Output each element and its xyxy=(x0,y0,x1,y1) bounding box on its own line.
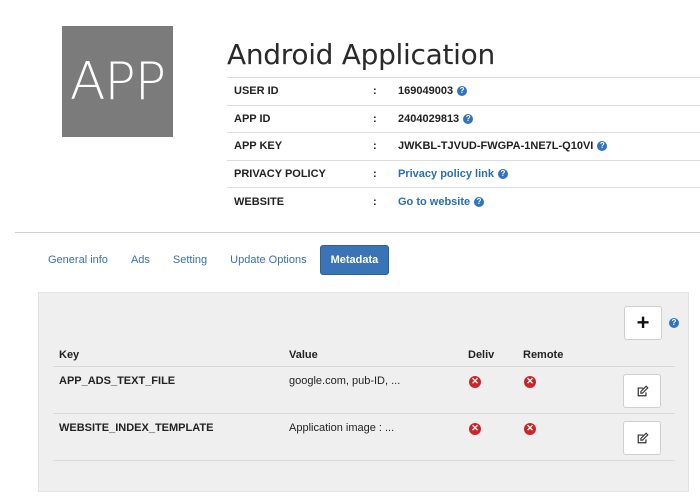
app-icon: APP xyxy=(62,26,173,137)
info-colon: : xyxy=(373,85,377,98)
page-title: Android Application xyxy=(227,38,495,71)
info-colon: : xyxy=(373,140,377,153)
deliv-status: ✕ xyxy=(468,375,523,413)
info-label: WEBSITE xyxy=(234,195,285,208)
info-value-website: Go to website? xyxy=(398,196,485,208)
info-colon: : xyxy=(373,112,377,125)
info-value-privacy-policy: Privacy policy link? xyxy=(398,168,508,180)
remote-status: ✕ xyxy=(523,422,623,460)
info-row-website: WEBSITE : Go to website? xyxy=(227,187,700,215)
info-row-privacy-policy: PRIVACY POLICY : Privacy policy link? xyxy=(227,159,700,188)
remote-status: ✕ xyxy=(523,375,623,413)
help-icon[interactable]: ? xyxy=(498,169,508,180)
x-circle-icon: ✕ xyxy=(524,422,536,435)
tab-general-info[interactable]: General info xyxy=(38,245,118,275)
info-value-text: JWKBL-TJVUD-FWGPA-1NE7L-Q10VI xyxy=(398,140,594,153)
info-row-app-id: APP ID : 2404029813? xyxy=(227,104,700,133)
x-circle-icon: ✕ xyxy=(524,375,536,388)
row-value: google.com, pub-ID, ... xyxy=(289,375,401,387)
help-icon[interactable]: ? xyxy=(474,196,485,207)
tab-update-options[interactable]: Update Options xyxy=(220,245,316,275)
edit-icon xyxy=(637,431,649,443)
edit-icon xyxy=(637,384,649,396)
help-icon[interactable]: ? xyxy=(597,141,608,152)
row-actions xyxy=(623,374,675,413)
info-label: USER ID xyxy=(234,85,279,98)
help-icon[interactable]: ? xyxy=(669,318,679,328)
website-link[interactable]: Go to website xyxy=(398,196,470,208)
help-icon[interactable]: ? xyxy=(463,113,474,124)
table-row: WEBSITE_INDEX_TEMPLATE Application image… xyxy=(53,414,675,461)
row-value: Application image : ... xyxy=(289,422,395,434)
info-row-app-key: APP KEY : JWKBL-TJVUD-FWGPA-1NE7L-Q10VI? xyxy=(227,132,700,160)
edit-button[interactable] xyxy=(623,421,661,455)
column-header-key: Key xyxy=(59,348,80,361)
x-circle-icon: ✕ xyxy=(469,375,481,388)
info-colon: : xyxy=(373,195,377,208)
table-row: APP_ADS_TEXT_FILE google.com, pub-ID, ..… xyxy=(53,367,675,414)
column-header-remote: Remote xyxy=(523,348,564,361)
info-label: PRIVACY POLICY xyxy=(234,168,326,181)
add-metadata-button[interactable]: + xyxy=(624,306,662,340)
metadata-table: Key Value Deliv Remote APP_ADS_TEXT_FILE… xyxy=(53,343,675,461)
help-icon[interactable]: ? xyxy=(457,86,468,97)
metadata-panel: + ? Key Value Deliv Remote APP_ADS_TEXT_… xyxy=(38,292,689,492)
tab-ads[interactable]: Ads xyxy=(121,245,160,275)
info-row-user-id: USER ID : 169049003? xyxy=(227,77,700,105)
tab-bar: General info Ads Setting Update Options … xyxy=(38,245,392,275)
info-colon: : xyxy=(373,168,377,181)
tab-metadata[interactable]: Metadata xyxy=(319,245,390,275)
info-value-app-key: JWKBL-TJVUD-FWGPA-1NE7L-Q10VI? xyxy=(398,140,608,153)
section-divider xyxy=(15,232,700,233)
info-value-user-id: 169049003? xyxy=(398,85,468,98)
app-info-table: USER ID : 169049003? APP ID : 2404029813… xyxy=(227,77,700,215)
info-label: APP KEY xyxy=(234,140,283,153)
row-key: WEBSITE_INDEX_TEMPLATE xyxy=(59,422,214,434)
privacy-policy-link[interactable]: Privacy policy link xyxy=(398,168,494,180)
row-key: APP_ADS_TEXT_FILE xyxy=(59,375,176,387)
edit-button[interactable] xyxy=(623,374,661,408)
table-header: Key Value Deliv Remote xyxy=(53,343,675,367)
tab-setting[interactable]: Setting xyxy=(163,245,217,275)
column-header-deliv: Deliv xyxy=(468,348,495,361)
column-header-value: Value xyxy=(289,348,318,361)
app-icon-text: APP xyxy=(69,51,166,112)
row-actions xyxy=(623,421,675,460)
info-value-text: 169049003 xyxy=(398,85,454,98)
info-label: APP ID xyxy=(234,112,271,125)
info-value-app-id: 2404029813? xyxy=(398,112,474,125)
info-value-text: 2404029813 xyxy=(398,112,460,125)
x-circle-icon: ✕ xyxy=(469,422,481,435)
deliv-status: ✕ xyxy=(468,422,523,460)
